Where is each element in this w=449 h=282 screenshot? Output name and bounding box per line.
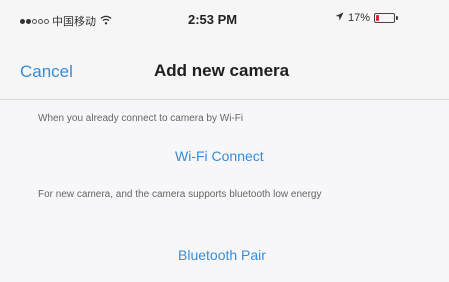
signal-dot bbox=[44, 18, 49, 24]
status-right-group: 17% bbox=[335, 12, 399, 24]
battery-nub bbox=[396, 16, 399, 20]
signal-strength-icon bbox=[20, 18, 49, 24]
bluetooth-description: For new camera, and the camera supports … bbox=[38, 189, 322, 200]
carrier-group: 中国移动 bbox=[20, 13, 112, 29]
signal-dot bbox=[20, 18, 25, 24]
navigation-bar: Cancel Add new camera bbox=[0, 40, 449, 100]
status-bar: 中国移动 2:53 PM 17% bbox=[0, 0, 449, 40]
status-time: 2:53 PM bbox=[188, 12, 238, 27]
battery-fill bbox=[376, 15, 380, 21]
location-arrow-icon bbox=[335, 12, 344, 24]
wifi-connect-button[interactable]: Wi-Fi Connect bbox=[175, 148, 264, 164]
carrier-name: 中国移动 bbox=[52, 16, 96, 28]
signal-dot bbox=[26, 18, 31, 24]
signal-dot bbox=[38, 18, 43, 24]
wifi-icon bbox=[100, 15, 112, 28]
cancel-button[interactable]: Cancel bbox=[20, 62, 73, 82]
wifi-description: When you already connect to camera by Wi… bbox=[38, 113, 244, 124]
battery-icon bbox=[374, 13, 399, 23]
page-title: Add new camera bbox=[154, 61, 290, 80]
connection-options: When you already connect to camera by Wi… bbox=[0, 100, 449, 282]
battery-percent: 17% bbox=[348, 12, 371, 24]
bluetooth-pair-button[interactable]: Bluetooth Pair bbox=[178, 247, 266, 263]
signal-dot bbox=[32, 18, 37, 24]
